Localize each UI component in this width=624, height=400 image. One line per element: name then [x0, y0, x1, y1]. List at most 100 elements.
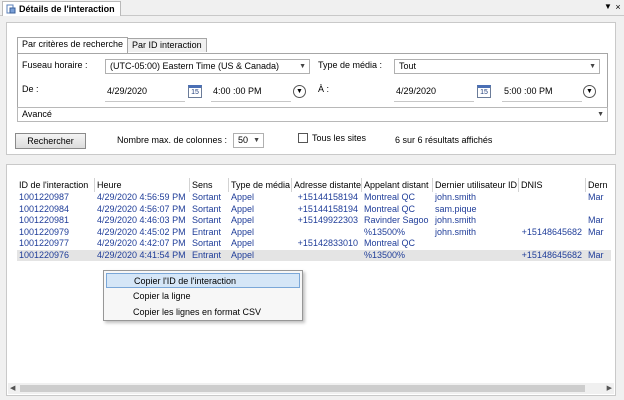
cell-dnis: [519, 215, 586, 226]
column-header-direction[interactable]: Sens: [190, 178, 229, 192]
cell-interaction-id: 1001220984: [19, 203, 70, 214]
timezone-label: Fuseau horaire :: [22, 60, 88, 70]
table-row[interactable]: 1001220977 4/29/2020 4:42:07 PM Sortant App…: [17, 238, 611, 249]
to-time-input[interactable]: 5:00 :00 PM: [504, 84, 580, 99]
title-bar: Détails de l'interaction ▼ ×: [0, 0, 624, 16]
cell-remote-address: [292, 250, 362, 261]
advanced-expander[interactable]: Avancé ▼: [17, 107, 608, 122]
chevron-down-icon: ▼: [589, 63, 596, 70]
cell-remote-address: +15144158194: [297, 203, 358, 214]
from-label: De :: [22, 84, 39, 94]
from-date-input[interactable]: 4/29/2020: [107, 84, 183, 99]
cell-dnis: [519, 192, 586, 203]
tab-by-interaction-id[interactable]: Par ID interaction: [127, 38, 207, 52]
cell-last: Mar: [588, 249, 604, 260]
to-time-underline: [502, 101, 582, 102]
cell-direction: Sortant: [192, 192, 222, 202]
chevron-down-icon: ▼: [597, 111, 604, 118]
close-icon[interactable]: ×: [613, 1, 623, 13]
media-type-select[interactable]: Tout ▼: [394, 59, 600, 74]
calendar-icon[interactable]: 15: [477, 85, 491, 98]
menu-item-copy-rows-csv[interactable]: Copier les lignes en format CSV: [106, 305, 300, 320]
time-picker-icon[interactable]: ▼: [583, 85, 596, 98]
cell-last: [586, 238, 611, 249]
all-sites-label: Tous les sites: [312, 133, 367, 143]
criteria-form: Fuseau horaire : (UTC-05:00) Eastern Tim…: [17, 53, 608, 122]
cell-time: 4/29/2020 4:41:54 PM: [97, 249, 186, 260]
all-sites-checkbox[interactable]: [298, 133, 308, 143]
table-row[interactable]: 1001220981 4/29/2020 4:46:03 PM Sortant App…: [17, 215, 611, 226]
search-button[interactable]: Rechercher: [15, 133, 86, 149]
results-panel: ID de l'interaction Heure Sens Type de m…: [6, 164, 616, 396]
cell-last: Mar: [588, 215, 604, 225]
scrollbar-thumb[interactable]: [20, 385, 585, 392]
cell-remote-address: +15144158194: [297, 192, 358, 202]
cell-remote-caller: %13500%: [364, 226, 406, 237]
search-panel: Par critères de recherche Par ID interac…: [6, 22, 616, 155]
window-tab[interactable]: Détails de l'interaction: [2, 1, 121, 16]
to-date-underline: [394, 101, 474, 102]
cell-last: Mar: [588, 192, 604, 202]
scroll-right-icon[interactable]: ▶: [607, 383, 612, 394]
cell-direction: Sortant: [192, 203, 222, 214]
results-summary: 6 sur 6 résultats affichés: [395, 135, 493, 145]
table-row[interactable]: 1001220987 4/29/2020 4:56:59 PM Sortant App…: [17, 192, 611, 203]
column-header-remote-address[interactable]: Adresse distante: [292, 178, 362, 192]
cell-interaction-id: 1001220987: [19, 192, 70, 202]
chevron-down-icon: ▼: [299, 63, 306, 70]
cell-last-user-id: [433, 250, 519, 261]
interaction-details-icon: [6, 4, 16, 14]
tab-by-criteria[interactable]: Par critères de recherche: [17, 37, 129, 53]
cell-dnis: +15148645682: [521, 249, 582, 260]
menu-item-copy-row[interactable]: Copier la ligne: [106, 289, 300, 304]
cell-media-type: Appel: [231, 249, 255, 260]
horizontal-scrollbar[interactable]: ◀ ▶: [8, 383, 614, 394]
menu-item-copy-interaction-id[interactable]: Copier l'ID de l'interaction: [106, 273, 300, 288]
cell-direction: Sortant: [192, 238, 222, 248]
cell-last-user-id: john.smith: [435, 192, 477, 202]
max-columns-select[interactable]: 50 ▼: [233, 133, 264, 148]
time-picker-icon[interactable]: ▼: [293, 85, 306, 98]
max-columns-label: Nombre max. de colonnes :: [117, 135, 228, 145]
table-row[interactable]: 1001220979 4/29/2020 4:45:02 PM Entrant App…: [17, 227, 611, 238]
cell-remote-caller: Montreal QC: [364, 238, 416, 248]
window-title: Détails de l'interaction: [19, 4, 115, 14]
cell-remote-caller: Ravinder Sagoo: [364, 215, 429, 225]
cell-media-type: Appel: [231, 215, 255, 225]
to-label: À :: [318, 84, 330, 94]
cell-last: Mar: [588, 226, 604, 237]
cell-remote-address: +15149922303: [297, 215, 358, 225]
column-header-remote-caller[interactable]: Appelant distant: [362, 178, 433, 192]
cell-media-type: Appel: [231, 203, 255, 214]
cell-remote-caller: %13500%: [364, 249, 406, 260]
to-date-input[interactable]: 4/29/2020: [396, 84, 472, 99]
cell-interaction-id: 1001220976: [19, 249, 70, 260]
cell-time: 4/29/2020 4:45:02 PM: [97, 226, 186, 237]
column-header-dnis[interactable]: DNIS: [519, 178, 586, 192]
timezone-select[interactable]: (UTC-05:00) Eastern Time (US & Canada) ▼: [105, 59, 310, 74]
cell-interaction-id: 1001220981: [19, 215, 70, 225]
cell-remote-address: [292, 227, 362, 238]
cell-media-type: Appel: [231, 192, 255, 202]
table-row[interactable]: 1001220984 4/29/2020 4:56:07 PM Sortant App…: [17, 204, 611, 215]
cell-last-user-id: sam.pique: [435, 203, 477, 214]
column-header-interaction-id[interactable]: ID de l'interaction: [17, 178, 95, 192]
column-header-media-type[interactable]: Type de média: [229, 178, 292, 192]
cell-interaction-id: 1001220977: [19, 238, 70, 248]
cell-media-type: Appel: [231, 238, 255, 248]
from-time-input[interactable]: 4:00 :00 PM: [213, 84, 291, 99]
search-tabs: Par critères de recherche Par ID interac…: [17, 37, 207, 53]
column-header-time[interactable]: Heure: [95, 178, 190, 192]
scroll-left-icon[interactable]: ◀: [10, 383, 15, 394]
calendar-icon[interactable]: 15: [188, 85, 202, 98]
table-row[interactable]: 1001220976 4/29/2020 4:41:54 PM Entrant App…: [17, 249, 611, 261]
cell-dnis: [519, 238, 586, 249]
cell-remote-address: +15142833010: [297, 238, 358, 248]
cell-dnis: [519, 204, 586, 215]
media-type-label: Type de média :: [318, 60, 383, 70]
column-header-last-user-id[interactable]: Dernier utilisateur ID: [433, 178, 519, 192]
dropdown-arrow-icon[interactable]: ▼: [603, 1, 613, 13]
cell-last-user-id: john.smith: [435, 215, 477, 225]
column-header-last[interactable]: Dern: [586, 178, 611, 192]
cell-dnis: +15148645682: [521, 226, 582, 237]
